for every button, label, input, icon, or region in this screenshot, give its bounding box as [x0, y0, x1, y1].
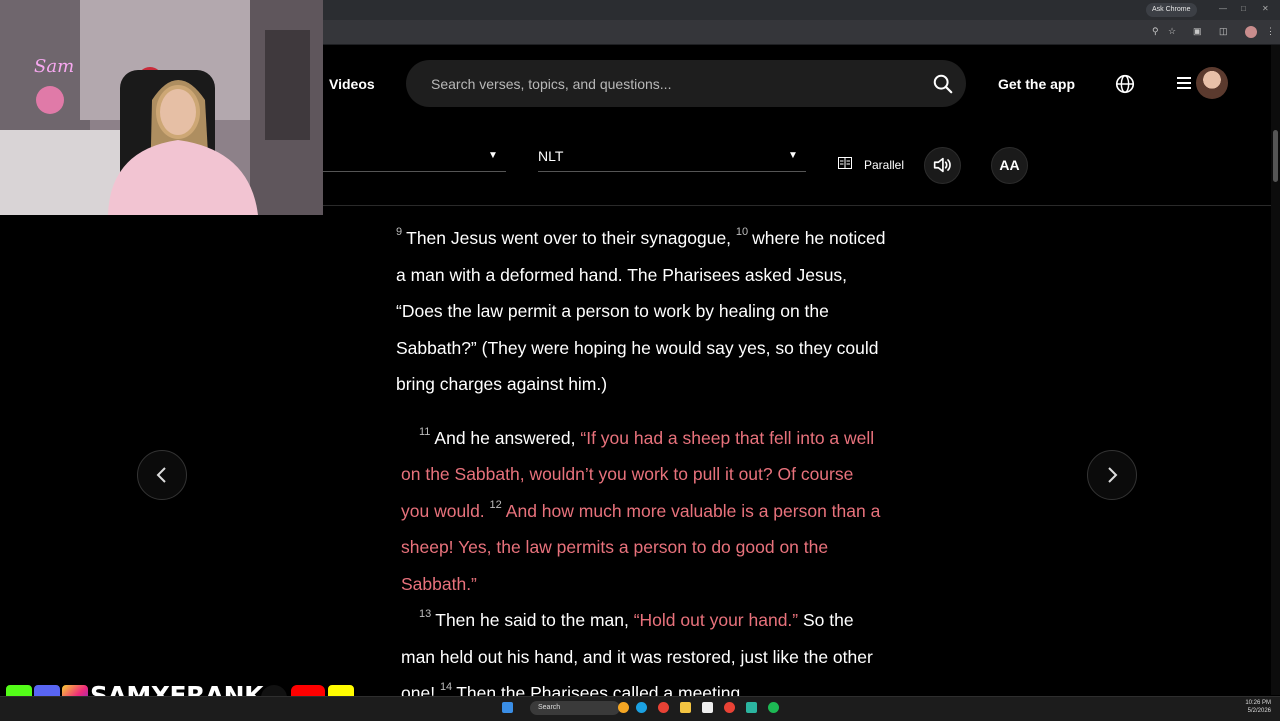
- verse-11-intro: And he answered,: [434, 427, 576, 448]
- close-window-icon[interactable]: ✕: [1262, 4, 1269, 13]
- previous-chapter-button[interactable]: [137, 450, 187, 500]
- verse-13-intro: Then he said to the man,: [435, 610, 629, 630]
- passage-text: 9 Then Jesus went over to their synagogue…: [396, 220, 886, 696]
- verse-number: 12: [489, 498, 502, 511]
- parallel-label: Parallel: [864, 158, 905, 172]
- verse-number: 11: [419, 425, 431, 438]
- zoom-icon[interactable]: ⚲: [1152, 26, 1159, 37]
- font-size-button[interactable]: AA: [991, 147, 1028, 184]
- verse-number: 14: [439, 681, 453, 693]
- chrome-icon[interactable]: [658, 702, 669, 713]
- audio-button[interactable]: [924, 147, 961, 184]
- chevron-down-icon[interactable]: ▼: [788, 150, 798, 161]
- chrome-icon[interactable]: [724, 702, 735, 713]
- bookmark-star-icon[interactable]: ☆: [1168, 26, 1176, 37]
- nav-videos-link[interactable]: Videos: [329, 76, 375, 92]
- clock-time: 10:26 PM: [1245, 700, 1271, 706]
- next-chapter-button[interactable]: [1087, 450, 1137, 500]
- widget-icon[interactable]: [618, 702, 629, 713]
- taskbar-search-label: Search: [538, 704, 561, 711]
- search-input[interactable]: [429, 73, 913, 95]
- paragraph: 11 And he answered, “If you had a sheep t…: [396, 420, 886, 603]
- search-icon[interactable]: [932, 73, 954, 95]
- minimize-icon[interactable]: —: [1219, 4, 1227, 13]
- book-chapter-select[interactable]: [323, 145, 506, 172]
- neon-sign-logo: Sam: [34, 56, 74, 77]
- verse-number: 10: [735, 226, 749, 238]
- chevron-left-icon: [156, 467, 166, 483]
- speaker-icon: [933, 157, 951, 173]
- sidepanel-icon[interactable]: ◫: [1219, 26, 1228, 37]
- parallel-icon: [838, 157, 852, 169]
- taskbar-clock[interactable]: 10:26 PM 5/2/2026: [1243, 699, 1271, 715]
- hamburger-menu-icon[interactable]: [1176, 75, 1192, 91]
- edge-icon[interactable]: [636, 702, 647, 713]
- webcam-feed-image: Sam: [0, 0, 323, 215]
- chevron-down-icon[interactable]: ▼: [488, 150, 498, 161]
- spotify-icon[interactable]: [768, 702, 779, 713]
- store-icon[interactable]: [702, 702, 713, 713]
- verse-10-text: where he noticed a man with a deformed h…: [396, 228, 886, 394]
- paragraph: 9 Then Jesus went over to their synagogue…: [396, 220, 886, 403]
- browser-menu-icon[interactable]: ⋮: [1266, 26, 1275, 37]
- verse-9-text: Then Jesus went over to their synagogue,: [406, 228, 732, 248]
- verse-number: 9: [396, 226, 403, 238]
- words-of-jesus: “Hold out your hand.”: [633, 610, 799, 630]
- file-explorer-icon[interactable]: [680, 702, 691, 713]
- get-the-app-link[interactable]: Get the app: [998, 76, 1075, 92]
- user-avatar[interactable]: [1196, 67, 1228, 99]
- ask-chrome-label: Ask Chrome: [1152, 6, 1191, 13]
- taskbar-search[interactable]: Search: [530, 701, 620, 715]
- ask-chrome-button[interactable]: Ask Chrome: [1146, 3, 1197, 17]
- version-value: NLT: [538, 148, 564, 164]
- verse-14-text: Then the Pharisees called a meeting: [456, 683, 741, 696]
- chevron-right-icon: [1108, 467, 1118, 483]
- globe-icon[interactable]: [1114, 73, 1136, 95]
- clock-date: 5/2/2026: [1247, 708, 1271, 714]
- app-icon[interactable]: [746, 702, 757, 713]
- browser-profile-avatar[interactable]: [1245, 26, 1257, 38]
- webcam-overlay: Sam: [0, 0, 323, 215]
- scrollbar-thumb[interactable]: [1273, 130, 1278, 182]
- version-select[interactable]: [538, 145, 806, 172]
- start-icon[interactable]: [502, 702, 513, 713]
- paragraph: 13 Then he said to the man, “Hold out you…: [396, 602, 886, 696]
- maximize-icon[interactable]: □: [1241, 4, 1246, 13]
- verse-number: 13: [419, 608, 432, 620]
- extensions-icon[interactable]: ▣: [1193, 26, 1202, 37]
